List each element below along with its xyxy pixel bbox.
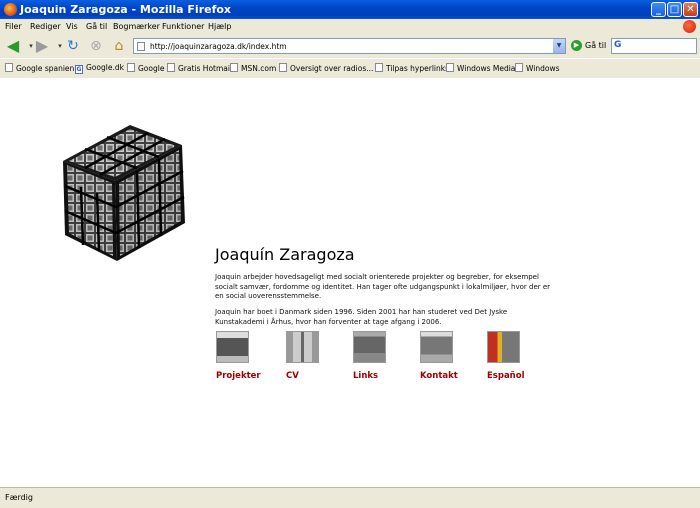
page-icon — [137, 42, 145, 51]
menu-edit[interactable]: Rediger — [30, 22, 61, 31]
nav-link-projekter[interactable]: Projekter — [216, 331, 261, 381]
nav-link-espanol[interactable]: Español — [487, 331, 525, 381]
menu-tools[interactable]: Funktioner — [162, 22, 204, 31]
browser-window: Joaquin Zaragoza - Mozilla Firefox _ □ ✕… — [0, 0, 700, 508]
bookmarks-toolbar: Google spanien G Google.dk Google Gratis … — [0, 58, 700, 77]
firefox-icon — [4, 3, 17, 16]
nav-link-label[interactable]: CV — [286, 371, 299, 381]
window-title: Joaquin Zaragoza - Mozilla Firefox — [20, 3, 232, 16]
menu-file[interactable]: Filer — [5, 22, 22, 31]
projekter-thumbnail[interactable] — [216, 331, 249, 363]
bookmark-item[interactable]: Tilpas hyperlinks — [375, 63, 449, 73]
nav-link-links[interactable]: Links — [353, 331, 386, 381]
nav-link-cv[interactable]: CV — [286, 331, 319, 381]
bookmark-item[interactable]: Windows Media — [446, 63, 515, 73]
status-text: Færdig — [5, 493, 33, 502]
maximize-button[interactable]: □ — [667, 2, 682, 17]
nav-link-kontakt[interactable]: Kontakt — [420, 331, 458, 381]
url-text[interactable]: http://joaquinzaragoza.dk/index.htm — [150, 42, 287, 51]
nav-link-label[interactable]: Links — [353, 371, 378, 381]
reload-icon[interactable]: ↻ — [64, 37, 82, 55]
bookmark-page-icon — [127, 63, 135, 72]
status-bar: Færdig — [0, 487, 700, 508]
home-icon[interactable]: ⌂ — [110, 37, 128, 55]
menu-go[interactable]: Gå til — [86, 22, 107, 31]
google-icon: G — [75, 65, 83, 74]
bio-paragraph: Joaquin har boet i Danmark siden 1996. S… — [215, 308, 508, 326]
address-bar[interactable]: http://joaquinzaragoza.dk/index.htm ▼ — [133, 38, 566, 54]
stop-icon[interactable]: ⊗ — [87, 37, 105, 55]
back-icon[interactable]: ◀ — [4, 37, 22, 55]
google-search-icon[interactable]: G — [614, 40, 621, 50]
bookmark-page-icon — [375, 63, 383, 72]
close-button[interactable]: ✕ — [683, 2, 698, 17]
throbber-icon — [683, 20, 696, 33]
espanol-thumbnail[interactable] — [487, 331, 520, 363]
intro-paragraph: Joaquin arbejder hovedsageligt med socia… — [215, 273, 551, 300]
bookmark-page-icon — [279, 63, 287, 72]
bookmark-item[interactable]: MSN.com — [230, 63, 276, 73]
go-label: Gå til — [585, 41, 607, 50]
search-input[interactable]: G — [611, 38, 697, 54]
nav-link-label[interactable]: Projekter — [216, 371, 261, 381]
menu-help[interactable]: Hjælp — [208, 22, 231, 31]
kontakt-thumbnail[interactable] — [420, 331, 453, 363]
photo-cube-image — [63, 125, 185, 261]
menu-bookmarks[interactable]: Bogmærker — [113, 22, 160, 31]
url-dropdown-icon[interactable]: ▼ — [553, 39, 565, 53]
bookmark-page-icon — [167, 63, 175, 72]
nav-link-label[interactable]: Español — [487, 371, 525, 381]
bookmark-page-icon — [446, 63, 454, 72]
forward-icon[interactable]: ▶ — [33, 37, 51, 55]
page-content: Joaquín Zaragoza Joaquin arbejder hoveds… — [0, 78, 700, 487]
go-arrow-icon: ▶ — [571, 40, 582, 51]
bookmark-item[interactable]: G Google.dk — [75, 63, 124, 74]
bookmark-item[interactable]: Windows — [515, 63, 559, 73]
bookmark-item[interactable]: Oversigt over radios... — [279, 63, 373, 73]
menu-bar: Filer Rediger Vis Gå til Bogmærker Funkt… — [0, 19, 700, 35]
bookmark-item[interactable]: Google spanien — [5, 63, 74, 73]
bookmark-page-icon — [5, 63, 13, 72]
menu-view[interactable]: Vis — [66, 22, 78, 31]
links-thumbnail[interactable] — [353, 331, 386, 363]
bookmark-item[interactable]: Google — [127, 63, 164, 73]
bookmark-page-icon — [515, 63, 523, 72]
page-title: Joaquín Zaragoza — [215, 245, 355, 264]
nav-link-label[interactable]: Kontakt — [420, 371, 458, 381]
title-bar: Joaquin Zaragoza - Mozilla Firefox _ □ ✕ — [0, 0, 700, 19]
cv-thumbnail[interactable] — [286, 331, 319, 363]
bookmark-item[interactable]: Gratis Hotmail — [167, 63, 232, 73]
minimize-button[interactable]: _ — [651, 2, 666, 17]
bookmark-page-icon — [230, 63, 238, 72]
